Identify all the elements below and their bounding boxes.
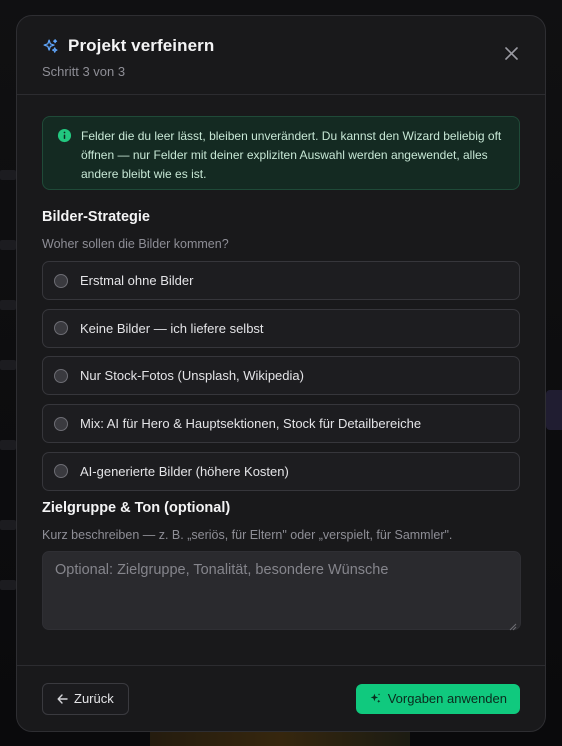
images-section-title: Bilder-Strategie: [42, 209, 150, 225]
info-text: Felder die du leer lässt, bleiben unverä…: [81, 129, 502, 181]
close-icon: [504, 46, 518, 60]
dialog-body: Felder die du leer lässt, bleiben unverä…: [17, 95, 545, 635]
radio-button[interactable]: [54, 321, 68, 336]
apply-button-label: Vorgaben anwenden: [387, 691, 507, 706]
audience-tone-textarea[interactable]: [42, 550, 521, 630]
option-label: AI-generierte Bilder (höhere Kosten): [80, 463, 289, 479]
dialog-header: Projekt verfeinern Schritt 3 von 3: [17, 16, 545, 95]
radio-button[interactable]: [54, 273, 68, 288]
step-indicator: Schritt 3 von 3: [42, 64, 126, 79]
image-option-stock-only[interactable]: Nur Stock-Fotos (Unsplash, Wikipedia): [42, 356, 520, 396]
audience-section-hint: Kurz beschreiben — z. B. „seriös, für El…: [42, 527, 453, 542]
image-option-mix[interactable]: Mix: AI für Hero & Hauptsektionen, Stock…: [42, 404, 520, 444]
sparkle-icon: [42, 38, 59, 55]
option-label: Erstmal ohne Bilder: [80, 273, 194, 288]
resize-grip-icon[interactable]: [509, 623, 517, 631]
option-label: Keine Bilder — ich liefere selbst: [80, 320, 264, 336]
refine-project-dialog: Projekt verfeinern Schritt 3 von 3 Felde…: [16, 15, 546, 732]
option-label: Nur Stock-Fotos (Unsplash, Wikipedia): [80, 368, 304, 384]
image-option-self-provided[interactable]: Keine Bilder — ich liefere selbst: [42, 308, 520, 348]
option-label: Mix: AI für Hero & Hauptsektionen, Stock…: [80, 416, 422, 432]
audience-section-title: Zielgruppe & Ton (optional): [42, 499, 231, 516]
dialog-title: Projekt verfeinern: [68, 36, 215, 55]
back-button[interactable]: Zurück: [42, 682, 129, 715]
images-section-question: Woher sollen die Bilder kommen?: [42, 237, 229, 251]
sparkle-icon: [370, 693, 381, 703]
radio-button[interactable]: [54, 368, 68, 383]
arrow-left-icon: [57, 693, 68, 704]
radio-button[interactable]: [54, 464, 68, 479]
image-option-none-yet[interactable]: Erstmal ohne Bilder: [42, 261, 520, 300]
radio-button[interactable]: [54, 416, 68, 431]
image-strategy-options: Erstmal ohne Bilder Keine Bilder — ich l…: [42, 261, 520, 491]
close-button[interactable]: [503, 45, 519, 61]
info-notice: Felder die du leer lässt, bleiben unverä…: [42, 116, 520, 190]
image-option-ai-generated[interactable]: AI-generierte Bilder (höhere Kosten): [42, 451, 520, 491]
apply-settings-button[interactable]: Vorgaben anwenden: [355, 683, 520, 714]
dialog-footer: Zurück Vorgaben anwenden: [17, 665, 545, 731]
info-icon: [57, 128, 72, 143]
back-button-label: Zurück: [74, 691, 114, 706]
